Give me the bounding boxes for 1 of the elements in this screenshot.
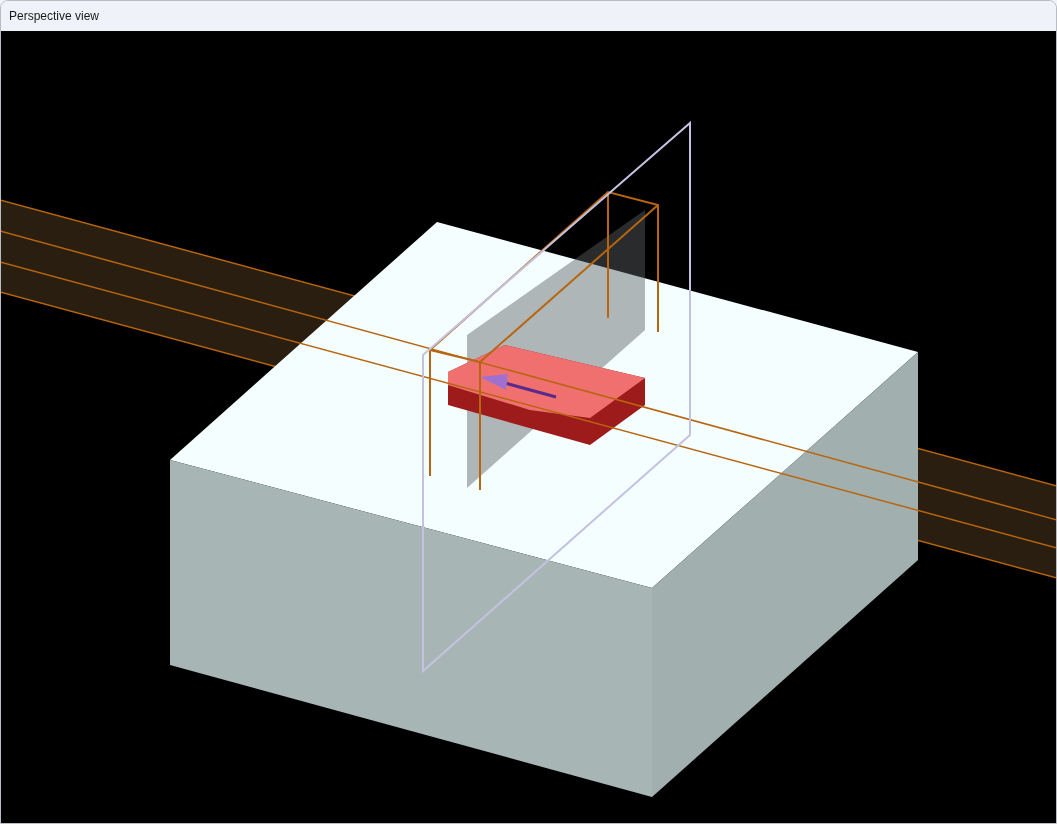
window-title: Perspective view — [9, 8, 100, 25]
